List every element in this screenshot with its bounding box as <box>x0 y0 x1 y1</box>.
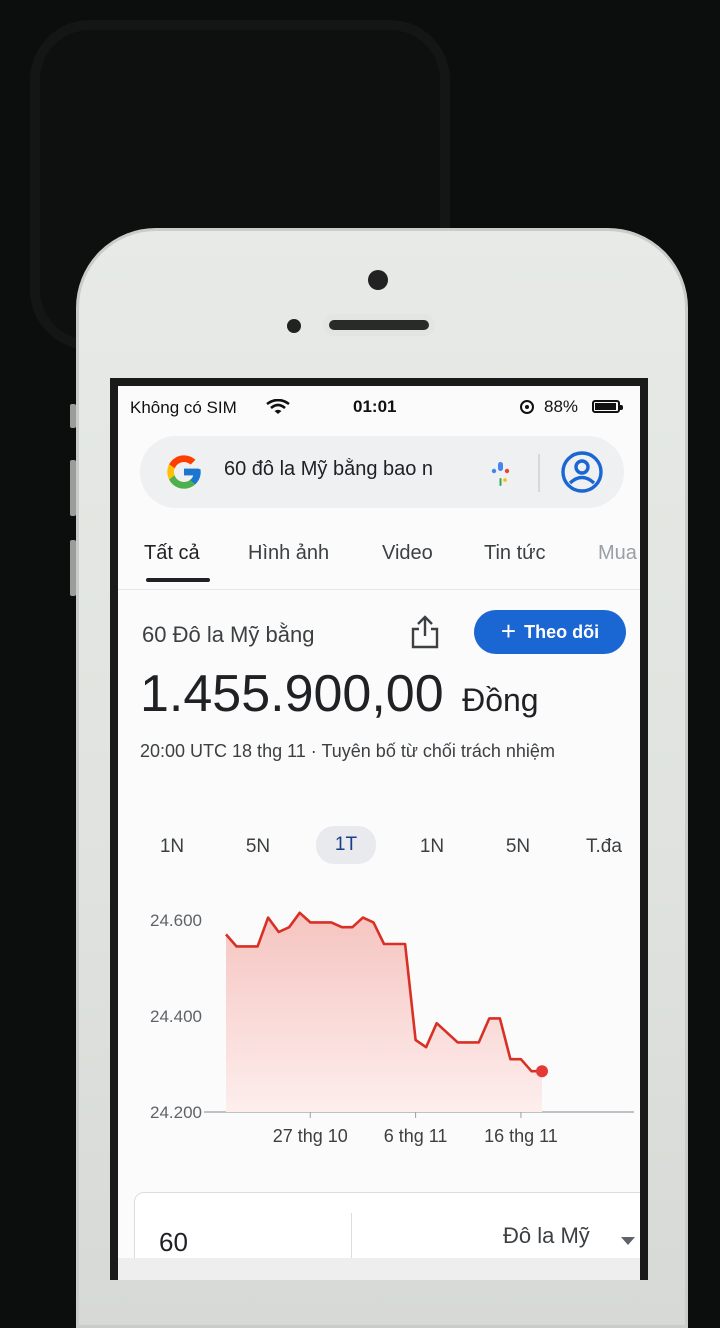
screen-bezel: Không có SIM 01:01 88% 60 đô la Mỹ bằng … <box>110 378 648 1280</box>
account-icon[interactable] <box>560 450 604 494</box>
microphone-icon[interactable] <box>486 456 516 492</box>
plus-icon: + <box>500 615 517 646</box>
status-bar: Không có SIM 01:01 88% <box>118 386 640 426</box>
tab-news[interactable]: Tin tức <box>484 542 546 565</box>
range-selector: 1N 5N 1T 1N 5N T.đa <box>118 826 640 870</box>
follow-button[interactable]: + Theo dõi <box>474 610 626 654</box>
chevron-down-icon[interactable] <box>621 1237 635 1245</box>
follow-label: Theo dõi <box>524 621 600 642</box>
volume-up-button <box>70 460 76 516</box>
exchange-rate-chart[interactable]: 24.600 24.400 24.200 27 thg 10 6 thg 11 16 t… <box>118 880 640 1210</box>
conversion-heading: 60 Đô la Mỹ bằng <box>142 622 315 647</box>
wifi-icon <box>266 399 290 414</box>
query-fade <box>430 446 490 498</box>
mute-switch <box>70 404 76 428</box>
search-bar[interactable]: 60 đô la Mỹ bằng bao n <box>140 436 624 508</box>
carrier-label: Không có SIM <box>130 398 237 417</box>
x-tick-label: 16 thg 11 <box>484 1126 558 1146</box>
y-tick-label: 24.200 <box>150 1103 202 1122</box>
earpiece-speaker <box>329 320 429 330</box>
proximity-sensor <box>287 319 301 333</box>
volume-down-button <box>70 540 76 596</box>
latest-point <box>536 1065 548 1078</box>
tab-all[interactable]: Tất cả <box>144 542 200 565</box>
range-5d[interactable]: 5N <box>228 836 288 858</box>
range-1d[interactable]: 1N <box>142 836 202 858</box>
range-5y[interactable]: 5N <box>488 836 548 858</box>
currency-select[interactable]: Đô la Mỹ <box>503 1223 590 1249</box>
converted-amount: 1.455.900,00 <box>140 665 444 723</box>
searchbar-divider <box>538 454 540 492</box>
battery-icon <box>592 400 623 413</box>
range-1y[interactable]: 1N <box>402 836 462 858</box>
x-tick-label: 27 thg 10 <box>273 1126 348 1146</box>
battery-percent: 88% <box>544 397 579 416</box>
clock: 01:01 <box>353 397 397 416</box>
range-max[interactable]: T.đa <box>574 836 634 858</box>
x-tick-label: 6 thg 11 <box>384 1126 448 1146</box>
converted-unit: Đồng <box>462 682 539 718</box>
front-camera <box>368 270 388 290</box>
y-tick-label: 24.600 <box>150 911 202 930</box>
tab-images[interactable]: Hình ảnh <box>248 542 329 565</box>
active-tab-indicator <box>146 578 210 582</box>
tab-video[interactable]: Video <box>382 542 433 565</box>
x-axis: 27 thg 10 6 thg 11 16 thg 11 <box>273 1112 558 1146</box>
search-tabs: Tất cả Hình ảnh Video Tin tức Mua <box>118 532 640 584</box>
browser-display: Không có SIM 01:01 88% 60 đô la Mỹ bằng … <box>118 386 640 1280</box>
rate-timestamp-disclaimer[interactable]: 20:00 UTC 18 thg 11 · Tuyên bố từ chối t… <box>140 732 610 770</box>
browser-toolbar-edge <box>118 1258 640 1280</box>
tab-shopping[interactable]: Mua <box>598 542 637 565</box>
converted-value: 1.455.900,00 Đồng <box>140 664 539 724</box>
tabs-divider <box>118 589 640 590</box>
orientation-lock-icon <box>520 400 534 414</box>
google-logo-icon <box>167 455 201 489</box>
share-icon[interactable] <box>410 614 440 650</box>
y-tick-label: 24.400 <box>150 1007 202 1026</box>
amount-input[interactable]: 60 <box>159 1227 188 1258</box>
range-1m[interactable]: 1T <box>316 826 376 864</box>
